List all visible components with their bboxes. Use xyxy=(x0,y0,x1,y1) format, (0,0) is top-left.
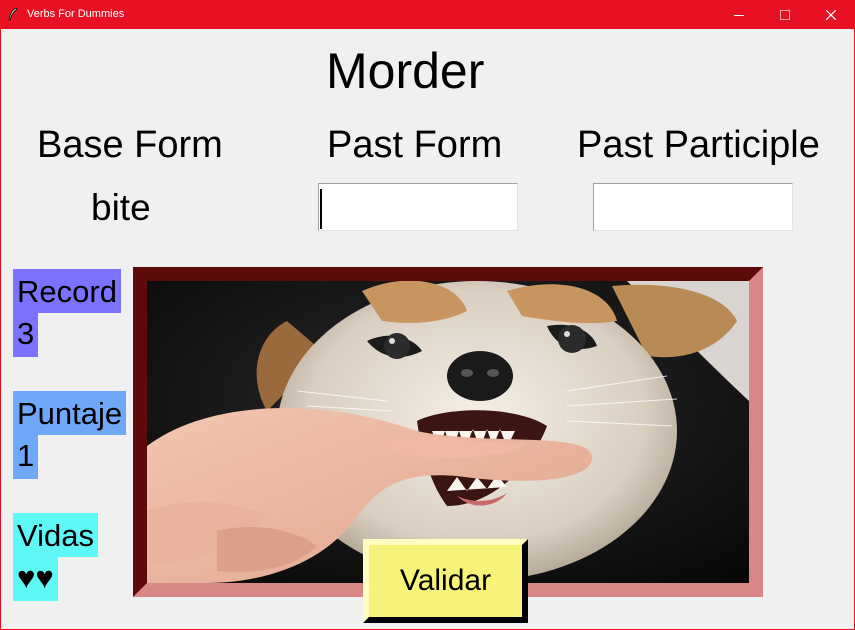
minimize-icon xyxy=(734,15,744,16)
record-label: Record xyxy=(13,269,121,313)
maximize-icon xyxy=(780,10,790,20)
record-value: 3 xyxy=(13,313,39,357)
score-value: 1 xyxy=(13,435,39,479)
past-participle-input[interactable] xyxy=(593,183,793,231)
text-caret xyxy=(320,189,322,229)
title-bar[interactable]: Verbs For Dummies xyxy=(1,1,855,29)
maximize-button[interactable] xyxy=(762,1,808,29)
lives-panel: Vidas ♥♥ xyxy=(13,513,98,601)
score-panel: Puntaje 1 xyxy=(13,391,127,479)
close-button[interactable] xyxy=(808,1,854,29)
spanish-word-title: Morder xyxy=(326,43,485,99)
feather-icon xyxy=(8,7,18,21)
close-icon xyxy=(826,10,836,20)
lives-label: Vidas xyxy=(13,513,98,557)
score-label: Puntaje xyxy=(13,391,127,435)
window-title: Verbs For Dummies xyxy=(27,8,125,20)
past-participle-header: Past Participle xyxy=(577,124,820,166)
base-form-value: bite xyxy=(91,187,151,228)
past-form-input[interactable] xyxy=(318,183,518,231)
puppy-biting-finger-image xyxy=(147,281,749,583)
lives-value: ♥♥ xyxy=(13,557,58,601)
base-form-header: Base Form xyxy=(37,124,223,166)
record-panel: Record 3 xyxy=(13,269,121,357)
app-window: Verbs For Dummies Morder Base Form Past … xyxy=(0,0,855,630)
validate-button[interactable]: Validar xyxy=(363,539,528,623)
past-form-header: Past Form xyxy=(327,124,503,166)
minimize-button[interactable] xyxy=(716,1,762,29)
